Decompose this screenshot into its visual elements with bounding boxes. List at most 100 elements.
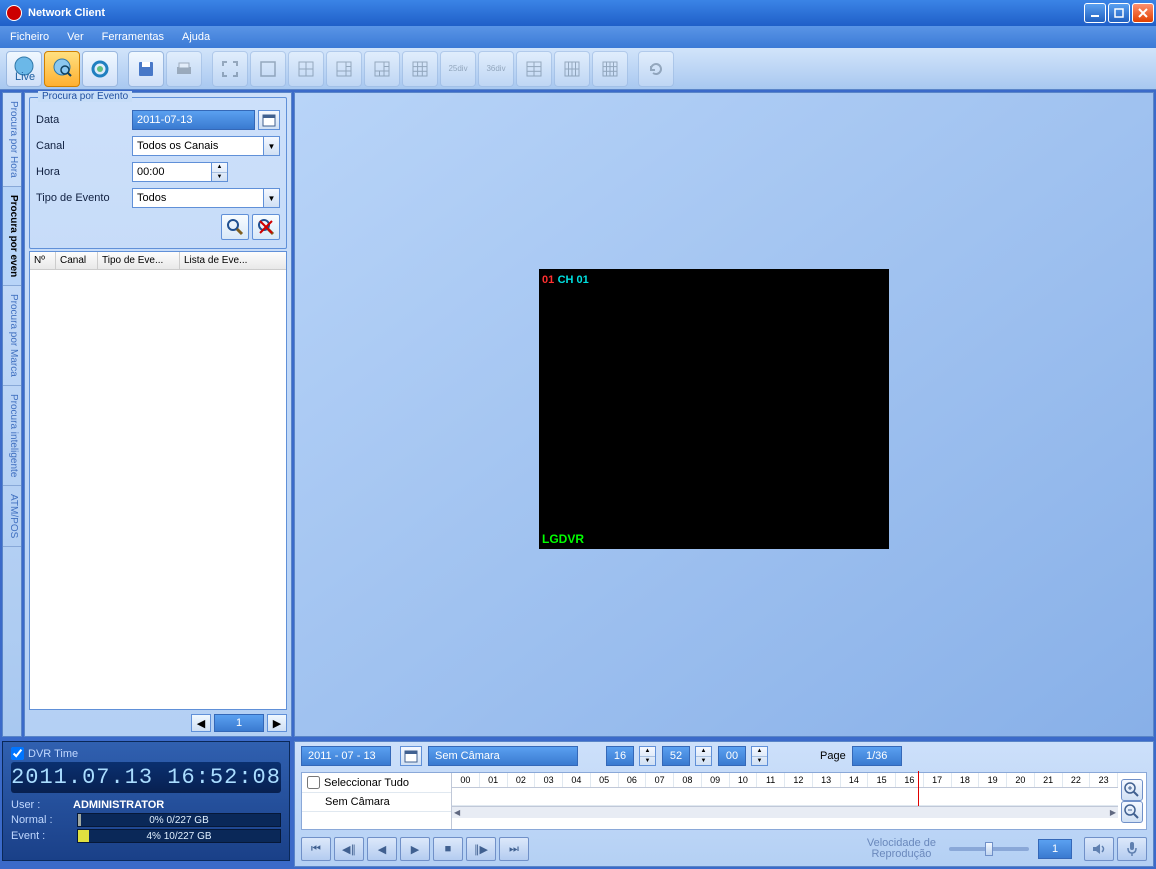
timeline-ss[interactable]: 00: [718, 746, 746, 766]
search-button[interactable]: [44, 51, 80, 87]
page-number: 1: [214, 714, 264, 732]
save-button[interactable]: [128, 51, 164, 87]
clear-search-button[interactable]: [252, 214, 280, 240]
chevron-down-icon[interactable]: ▼: [263, 188, 280, 208]
calendar-icon[interactable]: [400, 746, 422, 766]
layout-8-button[interactable]: [364, 51, 400, 87]
channel-name: CH 01: [558, 274, 589, 286]
col-no[interactable]: Nº: [30, 252, 56, 269]
type-combo[interactable]: Todos: [132, 188, 264, 208]
speed-slider[interactable]: [949, 847, 1029, 851]
dvrtime-checkbox[interactable]: [11, 747, 24, 760]
search-panel: Procura por Evento Data 2011-07-13 Canal…: [24, 92, 292, 737]
date-input[interactable]: 2011-07-13: [132, 110, 255, 130]
forward-fast-button[interactable]: ⏭: [499, 837, 529, 861]
layout-b-button[interactable]: [554, 51, 590, 87]
stop-button[interactable]: ■: [433, 837, 463, 861]
timeline-mm[interactable]: 52: [662, 746, 690, 766]
fullscreen-button[interactable]: [212, 51, 248, 87]
time-input[interactable]: 00:00: [132, 162, 212, 182]
minimize-button[interactable]: [1084, 3, 1106, 23]
prev-page-button[interactable]: ◀: [191, 714, 211, 732]
page-label: Page: [820, 750, 846, 762]
side-tabs: Procura por Hora Procura por even Procur…: [2, 92, 22, 737]
tab-hora[interactable]: Procura por Hora: [3, 93, 21, 187]
channel-combo[interactable]: Todos os Canais: [132, 136, 264, 156]
zoom-out-button[interactable]: [1121, 801, 1143, 823]
close-button[interactable]: [1132, 3, 1154, 23]
col-canal[interactable]: Canal: [56, 252, 98, 269]
layout-c-button[interactable]: [592, 51, 628, 87]
calendar-icon[interactable]: [258, 110, 280, 130]
video-area: 01 CH 01 LGDVR: [294, 92, 1154, 737]
layout-6-button[interactable]: [326, 51, 362, 87]
results-grid[interactable]: Nº Canal Tipo de Eve... Lista de Eve...: [29, 251, 287, 710]
rewind-fast-button[interactable]: ⏮: [301, 837, 331, 861]
menu-ferramentas[interactable]: Ferramentas: [102, 31, 164, 43]
layout-36-button[interactable]: 36div: [478, 51, 514, 87]
panel-legend: Procura por Evento: [38, 91, 132, 102]
menu-ajuda[interactable]: Ajuda: [182, 31, 210, 43]
col-tipo[interactable]: Tipo de Eve...: [98, 252, 180, 269]
time-spinner[interactable]: ▲▼: [211, 162, 228, 182]
step-fwd-button[interactable]: ∥▶: [466, 837, 496, 861]
camera-row[interactable]: Sem Câmara: [302, 793, 451, 812]
ss-spin[interactable]: ▲▼: [751, 746, 768, 766]
menu-ver[interactable]: Ver: [67, 31, 84, 43]
video-thumbnail[interactable]: 01 CH 01 LGDVR: [539, 269, 889, 549]
play-button[interactable]: ▶: [400, 837, 430, 861]
type-label: Tipo de Evento: [36, 192, 132, 204]
channel-number: 01: [542, 274, 554, 286]
date-label: Data: [36, 114, 132, 126]
chevron-down-icon[interactable]: ▼: [263, 136, 280, 156]
speed-value: 1: [1038, 839, 1072, 859]
tab-atmpos[interactable]: ATM/POS: [3, 486, 21, 547]
user-value: ADMINISTRATOR: [73, 799, 164, 811]
dvr-datetime: 2011.07.13 16:52:08: [11, 762, 281, 793]
mic-button[interactable]: [1117, 837, 1147, 861]
audio-button[interactable]: [1084, 837, 1114, 861]
tab-evento[interactable]: Procura por even: [3, 187, 21, 286]
next-page-button[interactable]: ▶: [267, 714, 287, 732]
timeline-scrollbar[interactable]: ◀▶: [452, 806, 1118, 818]
play-back-button[interactable]: ◀: [367, 837, 397, 861]
step-back-button[interactable]: ◀∥: [334, 837, 364, 861]
timeline-camera[interactable]: Sem Câmara: [428, 746, 578, 766]
print-button[interactable]: [166, 51, 202, 87]
timeline-hh[interactable]: 16: [606, 746, 634, 766]
layout-1-button[interactable]: [250, 51, 286, 87]
layout-4-button[interactable]: [288, 51, 324, 87]
live-button[interactable]: Live: [6, 51, 42, 87]
playback-controls: ⏮ ◀∥ ◀ ▶ ■ ∥▶ ⏭ Velocidade deReprodução …: [295, 832, 1153, 866]
zoom-in-button[interactable]: [1121, 779, 1143, 801]
hh-spin[interactable]: ▲▼: [639, 746, 656, 766]
tab-marca[interactable]: Procura por Marca: [3, 286, 21, 386]
channel-label: Canal: [36, 140, 132, 152]
col-lista[interactable]: Lista de Eve...: [180, 252, 286, 269]
normal-label: Normal :: [11, 814, 73, 826]
select-all-row[interactable]: Seleccionar Tudo: [302, 773, 451, 793]
status-panel: DVR Time 2011.07.13 16:52:08 User :ADMIN…: [2, 741, 290, 861]
maximize-button[interactable]: [1108, 3, 1130, 23]
menubar: Ficheiro Ver Ferramentas Ajuda: [0, 26, 1156, 48]
svg-text:Live: Live: [15, 71, 35, 82]
layout-9-button[interactable]: [402, 51, 438, 87]
layout-a-button[interactable]: [516, 51, 552, 87]
event-bar: 4% 10/227 GB: [77, 829, 281, 843]
mm-spin[interactable]: ▲▼: [695, 746, 712, 766]
normal-bar: 0% 0/227 GB: [77, 813, 281, 827]
settings-button[interactable]: [82, 51, 118, 87]
timeline-date[interactable]: 2011 - 07 - 13: [301, 746, 391, 766]
tab-inteligente[interactable]: Procura inteligente: [3, 386, 21, 486]
timeline-panel: 2011 - 07 - 13 Sem Câmara 16▲▼ 52▲▼ 00▲▼…: [294, 741, 1154, 867]
timeline-page: 1/36: [852, 746, 902, 766]
menu-ficheiro[interactable]: Ficheiro: [10, 31, 49, 43]
user-label: User :: [11, 799, 73, 811]
hours-scale[interactable]: 0001020304050607080910111213141516171819…: [452, 773, 1118, 829]
playhead[interactable]: [918, 771, 919, 806]
search-icon-button[interactable]: [221, 214, 249, 240]
refresh-button[interactable]: [638, 51, 674, 87]
layout-25-button[interactable]: 25div: [440, 51, 476, 87]
app-icon: [6, 5, 22, 21]
dvrtime-label: DVR Time: [28, 748, 78, 760]
